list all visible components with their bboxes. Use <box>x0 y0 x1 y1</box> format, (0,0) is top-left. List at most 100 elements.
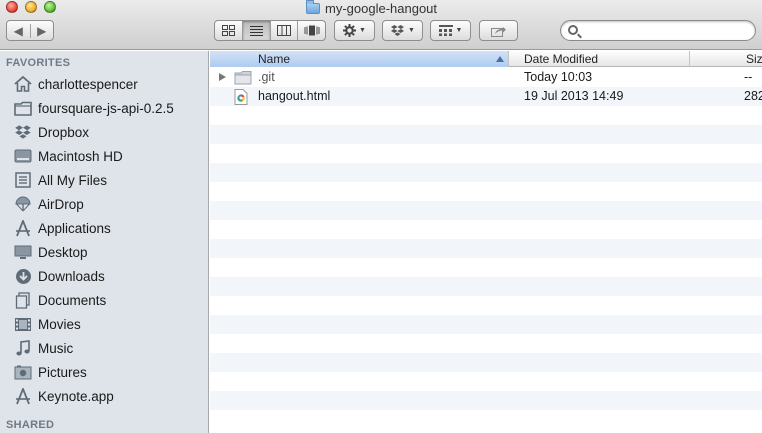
favorites-heading: FAVORITES <box>6 57 71 69</box>
view-mode-selector <box>214 20 326 41</box>
sidebar-item-label: AirDrop <box>38 196 84 212</box>
action-menu-button[interactable]: ▼ <box>334 20 375 41</box>
sidebar-item-foursquare[interactable]: foursquare-js-api-0.2.5 <box>0 96 209 120</box>
sidebar-item-music[interactable]: Music <box>0 336 209 360</box>
sidebar-item-airdrop[interactable]: AirDrop <box>0 192 209 216</box>
column-header-size[interactable]: Siz <box>690 51 762 67</box>
column-view-icon <box>276 25 291 36</box>
applications-icon <box>13 386 33 406</box>
shared-heading: SHARED <box>6 419 55 431</box>
window-toolbar: my-google-hangout ◀ ▶ ▼ ▼ ▼ <box>0 0 762 50</box>
list-view-button[interactable] <box>242 21 271 40</box>
empty-row <box>210 106 762 125</box>
empty-row <box>210 391 762 410</box>
column-view-button[interactable] <box>271 21 299 40</box>
sidebar-item-keynote[interactable]: Keynote.app <box>0 384 209 408</box>
movies-icon <box>13 314 33 334</box>
sidebar-item-label: Dropbox <box>38 124 90 140</box>
hard-drive-icon <box>13 146 33 166</box>
chevron-down-icon: ▼ <box>359 27 366 34</box>
file-list: Name Date Modified Siz .git Today 10:03 … <box>210 51 762 433</box>
empty-row <box>210 410 762 429</box>
empty-row <box>210 144 762 163</box>
column-header-name-label: Name <box>258 52 291 66</box>
search-icon <box>568 25 578 35</box>
cover-flow-view-button[interactable] <box>298 21 325 40</box>
column-header-name[interactable]: Name <box>210 51 509 67</box>
sidebar-item-home[interactable]: charlottespencer <box>0 72 209 96</box>
chevron-down-icon: ▼ <box>408 27 415 34</box>
sidebar-item-downloads[interactable]: Downloads <box>0 264 209 288</box>
sidebar-item-label: Documents <box>38 292 107 308</box>
folder-icon <box>13 98 33 118</box>
sidebar-item-macintosh-hd[interactable]: Macintosh HD <box>0 144 209 168</box>
empty-row <box>210 125 762 144</box>
file-name: .git <box>258 70 275 84</box>
zoom-window-button[interactable] <box>44 1 56 13</box>
table-row[interactable]: hangout.html 19 Jul 2013 14:49 282 byt <box>210 87 762 106</box>
file-date-modified: Today 10:03 <box>524 70 593 84</box>
search-input[interactable] <box>583 23 748 38</box>
sidebar-item-pictures[interactable]: Pictures <box>0 360 209 384</box>
sidebar-item-label: foursquare-js-api-0.2.5 <box>38 100 174 116</box>
list-header: Name Date Modified Siz <box>210 51 762 67</box>
applications-icon <box>13 218 33 238</box>
share-icon <box>491 26 506 37</box>
sidebar-item-applications[interactable]: Applications <box>0 216 209 240</box>
cover-flow-icon <box>304 25 320 36</box>
sidebar-item-movies[interactable]: Movies <box>0 312 209 336</box>
arrange-icon <box>438 25 453 36</box>
file-name: hangout.html <box>258 89 331 103</box>
empty-row <box>210 239 762 258</box>
empty-row <box>210 334 762 353</box>
sidebar-item-dropbox[interactable]: Dropbox <box>0 120 209 144</box>
column-header-date-label: Date Modified <box>524 52 599 66</box>
sidebar-item-label: Downloads <box>38 268 105 284</box>
all-files-icon <box>13 170 33 190</box>
sidebar-item-label: Movies <box>38 316 81 332</box>
empty-row <box>210 296 762 315</box>
sidebar-item-all-my-files[interactable]: All My Files <box>0 168 209 192</box>
empty-row <box>210 182 762 201</box>
file-date-modified: 19 Jul 2013 14:49 <box>524 89 624 103</box>
icon-view-icon <box>221 25 235 36</box>
folder-icon <box>234 70 252 88</box>
column-header-date-modified[interactable]: Date Modified <box>509 51 690 67</box>
close-window-button[interactable] <box>6 1 18 13</box>
sidebar: FAVORITES charlottespencer foursquare-js… <box>0 51 209 433</box>
icon-view-button[interactable] <box>215 21 243 40</box>
dropbox-icon <box>391 25 405 36</box>
sort-ascending-icon <box>496 56 504 62</box>
window-title-text: my-google-hangout <box>325 0 438 16</box>
empty-row <box>210 163 762 182</box>
sidebar-item-documents[interactable]: Documents <box>0 288 209 312</box>
downloads-icon <box>13 266 33 286</box>
sidebar-item-label: Desktop <box>38 244 88 260</box>
empty-row <box>210 315 762 334</box>
window-title: my-google-hangout <box>306 0 437 16</box>
arrange-menu-button[interactable]: ▼ <box>430 20 471 41</box>
table-row[interactable]: .git Today 10:03 -- <box>210 68 762 87</box>
sidebar-item-label: charlottespencer <box>38 76 138 92</box>
list-view-icon <box>249 26 263 36</box>
dropbox-icon <box>13 122 33 142</box>
back-button[interactable]: ◀ <box>7 23 31 38</box>
forward-button[interactable]: ▶ <box>31 24 54 38</box>
share-button[interactable] <box>479 20 518 41</box>
sidebar-item-desktop[interactable]: Desktop <box>0 240 209 264</box>
music-icon <box>13 338 33 358</box>
minimize-window-button[interactable] <box>25 1 37 13</box>
gear-icon <box>343 24 357 37</box>
sidebar-item-label: Keynote.app <box>38 388 114 404</box>
empty-row <box>210 258 762 277</box>
sidebar-item-label: Music <box>38 340 74 356</box>
sidebar-item-label: Applications <box>38 220 111 236</box>
search-field[interactable] <box>560 20 756 41</box>
sidebar-item-label: Pictures <box>38 364 87 380</box>
desktop-icon <box>13 242 33 262</box>
empty-row <box>210 353 762 372</box>
disclosure-triangle-icon[interactable] <box>219 73 226 81</box>
sidebar-item-label: Macintosh HD <box>38 148 123 164</box>
sidebar-item-label: All My Files <box>38 172 108 188</box>
dropbox-menu-button[interactable]: ▼ <box>382 20 423 41</box>
